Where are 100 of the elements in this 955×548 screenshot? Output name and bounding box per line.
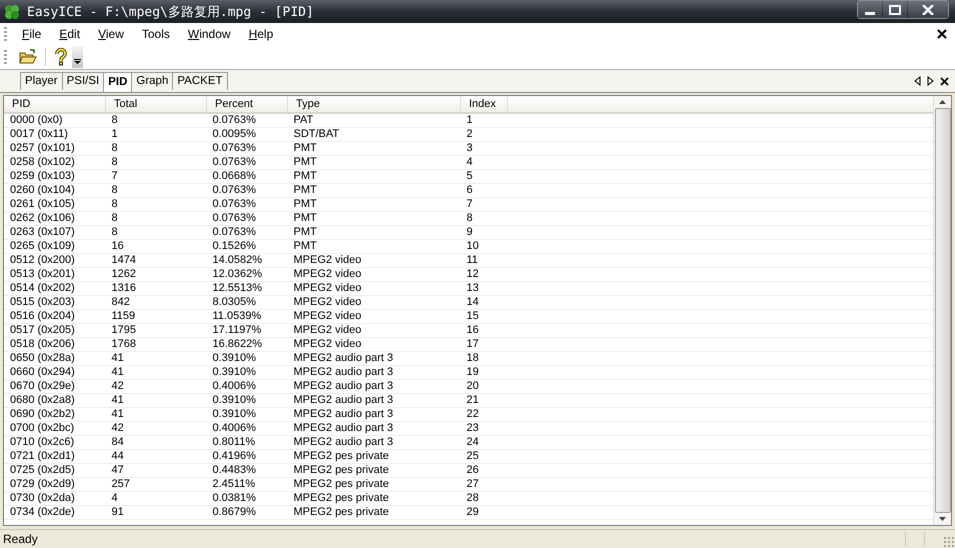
- close-button[interactable]: [908, 1, 948, 18]
- column-header[interactable]: Total: [106, 96, 206, 113]
- table-cell: 11: [460, 254, 508, 268]
- table-cell: 12.0362%: [206, 268, 288, 282]
- table-cell: 0.0763%: [206, 156, 288, 170]
- table-cell: 0729 (0x2d9): [4, 478, 106, 492]
- table-cell: 22: [460, 408, 508, 422]
- table-cell: 1159: [106, 310, 206, 324]
- grip-icon: [4, 27, 7, 41]
- tab[interactable]: PACKET: [172, 72, 228, 90]
- table-cell: 0514 (0x202): [4, 282, 106, 296]
- table-cell: 8: [106, 212, 206, 226]
- table-cell: 42: [106, 422, 206, 436]
- table-cell: 2: [460, 128, 508, 142]
- scroll-right-icon[interactable]: [927, 76, 934, 86]
- column-header[interactable]: PID: [4, 96, 106, 113]
- table-cell: 842: [106, 296, 206, 310]
- status-text: Ready: [2, 532, 39, 546]
- table-cell: 0.0095%: [206, 128, 288, 142]
- toolbar-overflow-button[interactable]: [72, 46, 83, 68]
- table-cell: 0650 (0x28a): [4, 352, 106, 366]
- table-cell: 7: [460, 198, 508, 212]
- table-cell: 0670 (0x29e): [4, 380, 106, 394]
- menu-item[interactable]: Window: [180, 25, 238, 43]
- table-cell: PMT: [288, 184, 460, 198]
- table-cell: 0258 (0x102): [4, 156, 106, 170]
- table-cell: 6: [460, 184, 508, 198]
- caret-icon: [74, 59, 81, 64]
- table-cell: MPEG2 audio part 3: [288, 436, 460, 450]
- table-cell: 0.0763%: [206, 212, 288, 226]
- table-cell: 11.0539%: [206, 310, 288, 324]
- table-cell: 23: [460, 422, 508, 436]
- table-cell: 257: [106, 478, 206, 492]
- table-cell: MPEG2 video: [288, 338, 460, 352]
- menu-item[interactable]: Tools: [134, 25, 177, 43]
- table-cell: 0.8011%: [206, 436, 288, 450]
- size-grip-icon[interactable]: [943, 536, 955, 548]
- help-icon[interactable]: [54, 48, 68, 66]
- table-cell: 0513 (0x201): [4, 268, 106, 282]
- table-cell: 7: [106, 170, 206, 184]
- table-cell: 0.3910%: [206, 366, 288, 380]
- table-cell: MPEG2 pes private: [288, 506, 460, 520]
- table-cell: 1768: [106, 338, 206, 352]
- table-cell: 0.0763%: [206, 198, 288, 212]
- table-cell: 0.3910%: [206, 352, 288, 366]
- close-icon[interactable]: [940, 76, 949, 86]
- table-cell: 26: [460, 464, 508, 478]
- window-title: EasyICE - F:\mpeg\多路复用.mpg - [PID]: [27, 4, 315, 20]
- table-cell: PMT: [288, 212, 460, 226]
- tab[interactable]: PID: [103, 72, 132, 92]
- table-cell: 8: [460, 212, 508, 226]
- table-cell: MPEG2 audio part 3: [288, 422, 460, 436]
- table-cell: 20: [460, 380, 508, 394]
- scroll-up-icon[interactable]: [939, 100, 946, 104]
- scroll-left-icon[interactable]: [914, 76, 921, 86]
- table-cell: 10: [460, 240, 508, 254]
- menu-item[interactable]: File: [15, 25, 48, 43]
- column-header[interactable]: Index: [460, 96, 508, 113]
- table-cell: 0680 (0x2a8): [4, 394, 106, 408]
- table-cell: 28: [460, 492, 508, 506]
- table-cell: 0730 (0x2da): [4, 492, 106, 506]
- table-cell: PMT: [288, 240, 460, 254]
- table-cell: 44: [106, 450, 206, 464]
- table-cell: 1: [460, 113, 508, 128]
- column-header[interactable]: Percent: [206, 96, 288, 113]
- table-cell: 0710 (0x2c6): [4, 436, 106, 450]
- scrollbar[interactable]: [933, 96, 951, 525]
- minimize-button[interactable]: [858, 1, 882, 18]
- tab[interactable]: Player: [20, 72, 63, 90]
- scrollbar-thumb[interactable]: [934, 108, 950, 513]
- table-cell: 16: [460, 324, 508, 338]
- table-cell: MPEG2 pes private: [288, 450, 460, 464]
- maximize-button[interactable]: [883, 1, 907, 18]
- scroll-down-icon[interactable]: [939, 517, 946, 521]
- table-cell: 0.4196%: [206, 450, 288, 464]
- table-cell: 91: [106, 506, 206, 520]
- table-cell: 15: [460, 310, 508, 324]
- folder-icon[interactable]: [19, 49, 37, 65]
- table-cell: 41: [106, 366, 206, 380]
- table-cell: 17: [460, 338, 508, 352]
- table-cell: 17.1197%: [206, 324, 288, 338]
- table-cell: MPEG2 video: [288, 296, 460, 310]
- table-cell: 0263 (0x107): [4, 226, 106, 240]
- table-cell: 0262 (0x106): [4, 212, 106, 226]
- table-cell: 4: [460, 156, 508, 170]
- table-cell: MPEG2 audio part 3: [288, 380, 460, 394]
- table-cell: MPEG2 audio part 3: [288, 352, 460, 366]
- table-cell: 4: [106, 492, 206, 506]
- table-cell: 0.3910%: [206, 408, 288, 422]
- menu-item[interactable]: Help: [242, 25, 280, 43]
- table-cell: 8: [106, 226, 206, 240]
- column-header[interactable]: Type: [288, 96, 460, 113]
- menu-item[interactable]: Edit: [52, 25, 88, 43]
- table-cell: MPEG2 audio part 3: [288, 408, 460, 422]
- menu-item[interactable]: View: [91, 25, 131, 43]
- close-icon[interactable]: [937, 29, 947, 39]
- table-cell: PMT: [288, 226, 460, 240]
- table-cell: 0690 (0x2b2): [4, 408, 106, 422]
- table-cell: MPEG2 audio part 3: [288, 366, 460, 380]
- table-cell: 0.4483%: [206, 464, 288, 478]
